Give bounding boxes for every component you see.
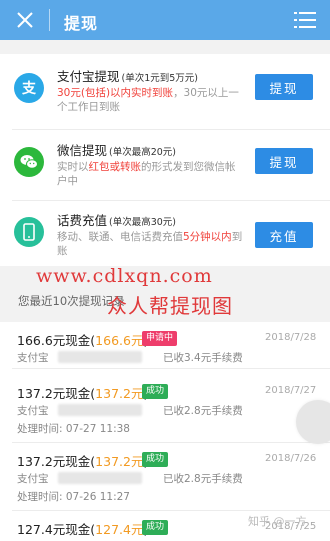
alipay-icon: 支	[14, 73, 44, 103]
source-watermark: 知乎 @一方	[248, 515, 307, 528]
record-amount: 137.2元现金(137.2元)	[17, 386, 148, 401]
phone-icon	[14, 217, 44, 247]
svg-text:支: 支	[21, 80, 37, 97]
wechat-icon	[14, 147, 44, 177]
record-amount: 127.4元现金(127.4元)	[17, 522, 148, 537]
method-name: 支付宝提现 (单次1元到5万元)	[57, 69, 199, 84]
record-account: 支付宝	[17, 405, 49, 417]
method-desc: 实时以红包或转账的形式发到您微信帐户中	[57, 161, 236, 187]
app-bar: 提现	[0, 0, 330, 40]
list-item[interactable]: 137.2元现金(137.2元) 成功 2018/7/26 支付宝 已收2.8元…	[0, 443, 330, 509]
masked-account	[58, 351, 142, 363]
record-fee: 已收3.4元手续费	[163, 352, 243, 364]
masked-account	[58, 472, 142, 484]
record-amount: 166.6元现金(166.6元)	[17, 333, 148, 348]
record-time: 处理时间: 07-26 11:27	[17, 491, 130, 503]
page-title: 提现	[64, 14, 99, 33]
method-name: 微信提现 (单次最高20元)	[57, 143, 177, 158]
record-date: 2018/7/27	[265, 385, 317, 396]
menu-icon[interactable]	[294, 10, 316, 30]
status-badge: 成功	[142, 452, 169, 467]
wechat-withdraw-button[interactable]: 提现	[255, 148, 313, 174]
divider	[12, 368, 330, 369]
alipay-withdraw-button[interactable]: 提现	[255, 74, 313, 100]
record-time: 处理时间: 07-27 11:38	[17, 423, 130, 435]
status-badge: 申请中	[142, 331, 178, 346]
status-badge: 成功	[142, 384, 169, 399]
record-fee: 已收2.8元手续费	[163, 405, 243, 417]
spacer	[0, 40, 330, 54]
method-alipay: 支 支付宝提现 (单次1元到5万元) 30元(包括)以内实时到账，30元以上一个工…	[0, 58, 330, 128]
list-item[interactable]: 137.2元现金(137.2元) 成功 2018/7/27 支付宝 已收2.8元…	[0, 375, 330, 441]
watermark-url: www.cdlxqn.com	[36, 265, 213, 287]
withdraw-methods: 支 支付宝提现 (单次1元到5万元) 30元(包括)以内实时到账，30元以上一个工…	[0, 54, 330, 266]
watermark-text: 众人帮提现图	[107, 294, 233, 318]
record-amount: 137.2元现金(137.2元)	[17, 454, 148, 469]
header-divider	[49, 9, 50, 31]
method-desc: 移动、联通、电信话费充值5分钟以内到账	[57, 231, 243, 257]
record-account: 支付宝	[17, 473, 49, 485]
close-icon[interactable]	[12, 7, 38, 33]
record-account: 支付宝	[17, 352, 49, 364]
method-wechat: 微信提现 (单次最高20元) 实时以红包或转账的形式发到您微信帐户中 提现	[0, 132, 330, 202]
withdraw-records: 166.6元现金(166.6元) 申请中 2018/7/28 支付宝 已收3.4…	[0, 322, 330, 541]
record-fee: 已收2.8元手续费	[163, 473, 243, 485]
method-name: 话费充值 (单次最高30元)	[57, 213, 177, 228]
record-date: 2018/7/26	[265, 453, 317, 464]
masked-account	[58, 404, 142, 416]
method-desc: 30元(包括)以内实时到账，30元以上一个工作日到账	[57, 87, 239, 113]
divider	[12, 200, 330, 201]
phone-recharge-button[interactable]: 充值	[255, 222, 313, 248]
status-badge: 成功	[142, 520, 169, 535]
divider	[12, 129, 330, 130]
list-item[interactable]: 166.6元现金(166.6元) 申请中 2018/7/28 支付宝 已收3.4…	[0, 322, 330, 368]
record-date: 2018/7/28	[265, 332, 317, 343]
method-phone-recharge: 话费充值 (单次最高30元) 移动、联通、电信话费充值5分钟以内到账 充值	[0, 202, 330, 272]
